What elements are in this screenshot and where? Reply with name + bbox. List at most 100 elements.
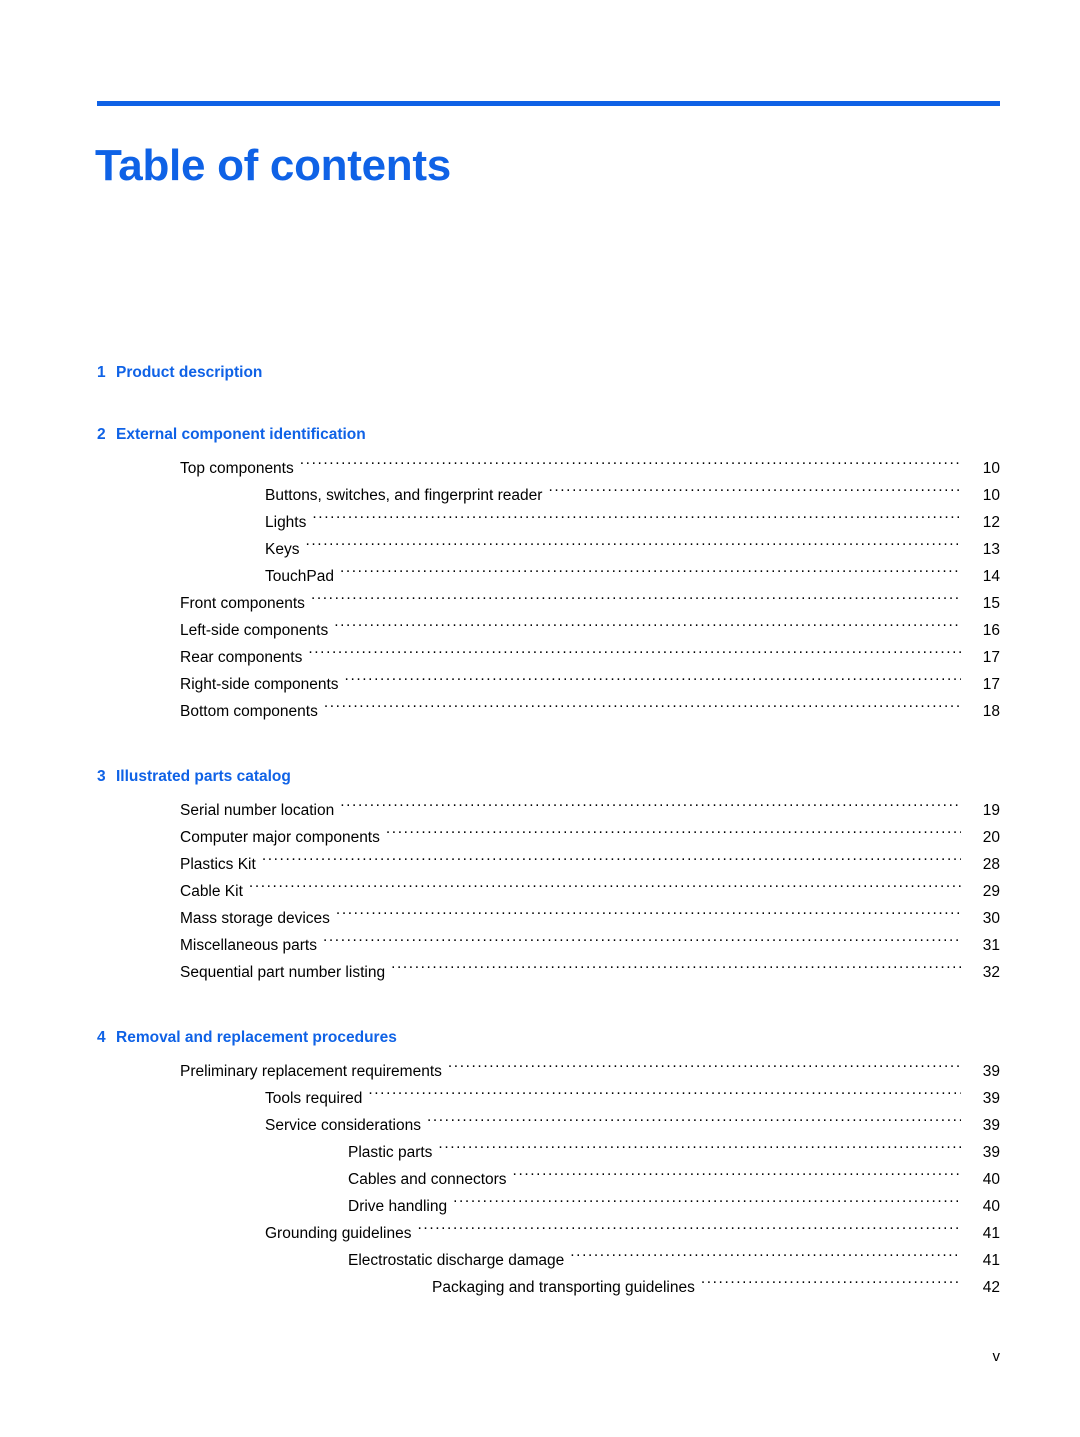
- toc-entry[interactable]: Top components 10: [0, 455, 1080, 482]
- toc-entry-page-number: 31: [982, 937, 1000, 954]
- toc-entry-page-number: 29: [982, 883, 1000, 900]
- toc-entry[interactable]: Tools required 39: [0, 1085, 1080, 1112]
- toc-dot-leader: [305, 539, 961, 555]
- toc-entry[interactable]: Lights 12: [0, 509, 1080, 536]
- toc-dot-leader: [548, 485, 961, 501]
- toc-entry-page-number: 16: [982, 622, 1000, 639]
- toc-dot-leader: [334, 620, 961, 636]
- toc-entry-page-number: 39: [982, 1144, 1000, 1161]
- toc-chapter-title: Removal and replacement procedures: [116, 1029, 397, 1046]
- toc-entry[interactable]: Right-side components 17: [0, 671, 1080, 698]
- toc-entry-page-number: 42: [982, 1279, 1000, 1296]
- toc-entry[interactable]: Cables and connectors 40: [0, 1166, 1080, 1193]
- toc-entry-page-number: 17: [982, 676, 1000, 693]
- toc-dot-leader: [340, 800, 961, 816]
- toc-entry-page-number: 13: [982, 541, 1000, 558]
- toc-entry[interactable]: Preliminary replacement requirements 39: [0, 1058, 1080, 1085]
- toc-entry-page-number: 28: [982, 856, 1000, 873]
- toc-entry-label: Service considerations: [265, 1117, 421, 1134]
- toc-entry-label: Front components: [180, 595, 305, 612]
- toc-chapter-title: Illustrated parts catalog: [116, 768, 291, 785]
- toc-dot-leader: [513, 1169, 961, 1185]
- toc-entry[interactable]: Electrostatic discharge damage 41: [0, 1247, 1080, 1274]
- toc-entry[interactable]: TouchPad 14: [0, 563, 1080, 590]
- toc-entry-page-number: 14: [982, 568, 1000, 585]
- toc-entry-label: Grounding guidelines: [265, 1225, 412, 1242]
- toc-entry[interactable]: Drive handling 40: [0, 1193, 1080, 1220]
- toc-entry-label: Lights: [265, 514, 307, 531]
- toc-entry-page-number: 20: [982, 829, 1000, 846]
- toc-entry-label: Keys: [265, 541, 300, 558]
- toc-chapter: 2 External component identification Top co…: [0, 425, 1080, 725]
- toc-entry-label: Left-side components: [180, 622, 329, 639]
- toc-entry-page-number: 41: [982, 1252, 1000, 1269]
- toc-entry-label: Miscellaneous parts: [180, 937, 317, 954]
- document-page: Table of contents 1 Product description 2 E…: [0, 0, 1080, 1437]
- toc-entry-label: Bottom components: [180, 703, 318, 720]
- toc-entry-label: Plastic parts: [348, 1144, 433, 1161]
- toc-dot-leader: [312, 512, 961, 528]
- toc-chapter: 1 Product description: [0, 363, 1080, 383]
- toc-dot-leader: [418, 1223, 962, 1239]
- toc-entry[interactable]: Service considerations 39: [0, 1112, 1080, 1139]
- toc-entry-label: Preliminary replacement requirements: [180, 1063, 442, 1080]
- toc-entry-label: Plastics Kit: [180, 856, 256, 873]
- page-title: Table of contents: [95, 141, 451, 191]
- toc-entry[interactable]: Packaging and transporting guidelines 42: [0, 1274, 1080, 1301]
- toc-dot-leader: [311, 593, 961, 609]
- toc-entry[interactable]: Grounding guidelines 41: [0, 1220, 1080, 1247]
- toc-chapter: 4 Removal and replacement procedures Preli…: [0, 1028, 1080, 1301]
- toc-entry[interactable]: Computer major components 20: [0, 824, 1080, 851]
- toc-entry[interactable]: Plastic parts 39: [0, 1139, 1080, 1166]
- toc-chapter-heading[interactable]: 4 Removal and replacement procedures: [0, 1028, 1080, 1048]
- toc-entry-page-number: 39: [982, 1117, 1000, 1134]
- toc-entry[interactable]: Keys 13: [0, 536, 1080, 563]
- toc-entry-page-number: 40: [982, 1198, 1000, 1215]
- toc-entry-label: Right-side components: [180, 676, 339, 693]
- toc-dot-leader: [300, 458, 961, 474]
- toc-entry-page-number: 39: [982, 1063, 1000, 1080]
- toc-entry[interactable]: Buttons, switches, and fingerprint reade…: [0, 482, 1080, 509]
- toc-entry-page-number: 18: [982, 703, 1000, 720]
- toc-entry[interactable]: Sequential part number listing 32: [0, 959, 1080, 986]
- toc-entry[interactable]: Serial number location 19: [0, 797, 1080, 824]
- toc-entry[interactable]: Cable Kit 29: [0, 878, 1080, 905]
- toc-chapter-heading[interactable]: 3 Illustrated parts catalog: [0, 767, 1080, 787]
- toc-dot-leader: [701, 1277, 961, 1293]
- toc-chapter-title: External component identification: [116, 426, 366, 443]
- toc-entry-page-number: 15: [982, 595, 1000, 612]
- toc-entry-label: Top components: [180, 460, 294, 477]
- toc-entry-label: Rear components: [180, 649, 303, 666]
- toc-entry[interactable]: Mass storage devices 30: [0, 905, 1080, 932]
- toc-dot-leader: [324, 701, 961, 717]
- toc-entry-label: Tools required: [265, 1090, 363, 1107]
- toc-entry-label: Sequential part number listing: [180, 964, 386, 981]
- toc-entry[interactable]: Left-side components 16: [0, 617, 1080, 644]
- toc-entry[interactable]: Miscellaneous parts 31: [0, 932, 1080, 959]
- toc-entry-label: Packaging and transporting guidelines: [432, 1279, 695, 1296]
- toc-chapter-heading[interactable]: 1 Product description: [0, 363, 1080, 383]
- toc-entry[interactable]: Rear components 17: [0, 644, 1080, 671]
- toc-dot-leader: [336, 908, 961, 924]
- toc-entry[interactable]: Plastics Kit 28: [0, 851, 1080, 878]
- toc-dot-leader: [249, 881, 961, 897]
- toc-chapter-number: 4: [97, 1029, 106, 1046]
- toc-entry-page-number: 32: [982, 964, 1000, 981]
- toc-entry-page-number: 10: [982, 487, 1000, 504]
- toc-entry[interactable]: Bottom components 18: [0, 698, 1080, 725]
- toc-entry[interactable]: Front components 15: [0, 590, 1080, 617]
- toc-entry-page-number: 12: [982, 514, 1000, 531]
- toc-dot-leader: [453, 1196, 961, 1212]
- toc-dot-leader: [308, 647, 961, 663]
- toc-dot-leader: [391, 962, 961, 978]
- toc-chapter-heading[interactable]: 2 External component identification: [0, 425, 1080, 445]
- toc-chapter-number: 3: [97, 768, 106, 785]
- toc-entry-label: Mass storage devices: [180, 910, 330, 927]
- toc-dot-leader: [386, 827, 961, 843]
- footer-page-number: v: [992, 1348, 1001, 1365]
- toc-dot-leader: [262, 854, 961, 870]
